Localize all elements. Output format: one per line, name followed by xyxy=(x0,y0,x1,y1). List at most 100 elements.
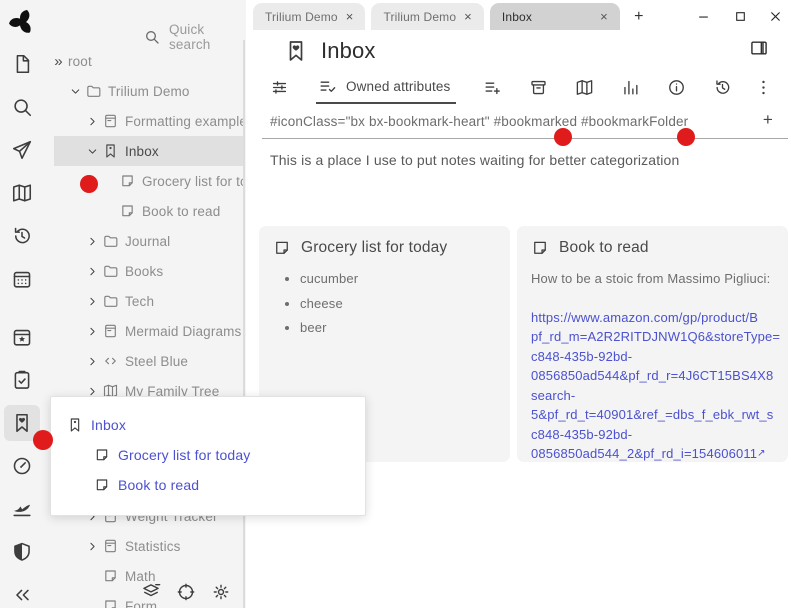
chevron-right-icon[interactable] xyxy=(83,115,102,128)
note-description: This is a place I use to put notes waiti… xyxy=(270,152,679,168)
tab-close-icon[interactable]: × xyxy=(464,9,472,24)
tree-item-label: Book to read xyxy=(142,204,220,219)
scroll-to-active-note-button[interactable] xyxy=(176,582,196,602)
launcher-search-button[interactable] xyxy=(4,89,40,125)
tree-item-label: Grocery list for today xyxy=(142,174,243,189)
tree-item-tech[interactable]: Tech xyxy=(44,286,243,316)
window-maximize-button[interactable] xyxy=(729,5,751,27)
launcher-swallow-button[interactable] xyxy=(4,491,40,527)
note-preview-popup: Inbox Grocery list for today Book to read xyxy=(50,396,366,516)
code-icon xyxy=(102,353,119,369)
chevron-down-icon[interactable] xyxy=(83,145,102,158)
window-minimize-button[interactable] xyxy=(692,5,714,27)
split-pane-button[interactable] xyxy=(749,38,769,58)
tree-item-book-to-read[interactable]: Book to read xyxy=(44,196,243,226)
tab-inbox[interactable]: Inbox× xyxy=(490,3,620,30)
tree-item-inbox[interactable]: Inbox xyxy=(54,136,243,166)
tree-item-label: Tech xyxy=(125,294,154,309)
chevrons-left-icon xyxy=(11,584,33,606)
tree-action-buttons xyxy=(141,582,231,602)
launcher-note-map-button[interactable] xyxy=(4,175,40,211)
tachometer-icon xyxy=(11,455,33,477)
search-icon xyxy=(11,96,33,118)
calendar-star-icon xyxy=(11,326,33,348)
launcher-dashboard-button[interactable] xyxy=(4,448,40,484)
tab-close-icon[interactable]: × xyxy=(346,9,354,24)
tree-item-label: Statistics xyxy=(125,539,181,554)
tree-item-grocery-list-for-today[interactable]: Grocery list for today xyxy=(44,166,243,196)
grocery-item: cheese xyxy=(300,294,496,314)
launcher-special-date-button[interactable] xyxy=(4,319,40,355)
tree-item-root[interactable]: »root xyxy=(44,46,243,76)
grocery-bullet-list: cucumbercheesebeer xyxy=(300,269,496,338)
chevron-right-icon[interactable] xyxy=(83,540,102,553)
launcher-new-note-button[interactable] xyxy=(4,46,40,82)
chevron-right-icon[interactable] xyxy=(83,355,102,368)
chevron-right-icon[interactable] xyxy=(83,235,102,248)
popup-note-link[interactable]: Inbox xyxy=(91,417,126,433)
tab-label: Trilium Demo xyxy=(265,10,338,24)
chevron-right-icon[interactable] xyxy=(83,265,102,278)
grocery-item: cucumber xyxy=(300,269,496,289)
child-note-card-book[interactable]: Book to read How to be a stoic from Mass… xyxy=(517,226,788,462)
send-icon xyxy=(11,139,33,161)
popup-link-book-to-read: Book to read xyxy=(51,470,365,500)
ribbon-tab-owned-attributes[interactable]: Owned attributes xyxy=(316,71,456,104)
tree-item-statistics[interactable]: Statistics xyxy=(44,531,243,561)
launcher-collapse-pane-button[interactable] xyxy=(4,577,40,608)
launcher-recent-changes-button[interactable] xyxy=(4,218,40,254)
tree-item-label: Trilium Demo xyxy=(108,84,190,99)
ribbon-note-map-button[interactable] xyxy=(575,78,594,97)
crosshair-icon xyxy=(176,582,196,602)
ribbon-add-attribute-list-button[interactable] xyxy=(483,78,502,97)
tree-item-label: Books xyxy=(125,264,163,279)
tree-item-trilium-demo[interactable]: Trilium Demo xyxy=(44,76,243,106)
window-close-button[interactable] xyxy=(764,5,786,27)
tree-scrollbar[interactable] xyxy=(243,40,245,608)
note-icon xyxy=(94,447,110,463)
attributes-line[interactable]: #iconClass="bx bx-bookmark-heart" #bookm… xyxy=(270,114,688,129)
tree-settings-button[interactable] xyxy=(211,582,231,602)
external-link-icon: ↗ xyxy=(757,448,766,459)
tree-item-formatting-examples[interactable]: Formatting examples xyxy=(44,106,243,136)
popup-note-link[interactable]: Book to read xyxy=(118,477,199,493)
folder-icon xyxy=(85,83,102,99)
folder-icon xyxy=(102,233,119,249)
ribbon-revisions-button[interactable] xyxy=(713,78,732,97)
tab-close-icon[interactable]: × xyxy=(600,9,608,24)
ribbon-similar-notes-button[interactable] xyxy=(621,78,640,97)
collapse-tree-button[interactable] xyxy=(141,582,161,602)
tree-item-steel-blue[interactable]: Steel Blue xyxy=(44,346,243,376)
launcher-tasks-button[interactable] xyxy=(4,362,40,398)
add-attribute-button[interactable]: + xyxy=(763,110,773,130)
launcher-protected-session-button[interactable] xyxy=(4,534,40,570)
launcher-jump-to-note-button[interactable] xyxy=(4,132,40,168)
archive-icon xyxy=(529,78,548,97)
card-title[interactable]: Book to read xyxy=(559,239,649,257)
chevron-down-icon[interactable] xyxy=(66,85,85,98)
bookmark-heart-icon xyxy=(284,39,308,63)
chevron-right-icon[interactable] xyxy=(83,325,102,338)
annotation-dot xyxy=(33,430,53,450)
tree-item-journal[interactable]: Journal xyxy=(44,226,243,256)
attribute-editor[interactable]: #iconClass="bx bx-bookmark-heart" #bookm… xyxy=(246,106,791,139)
map-icon xyxy=(11,182,33,204)
tab-trilium-demo[interactable]: Trilium Demo × xyxy=(253,3,365,30)
ribbon-toolbar: Owned attributes xyxy=(246,70,791,104)
ribbon-note-info-button[interactable] xyxy=(667,78,686,97)
tree-item-mermaid-diagrams[interactable]: Mermaid Diagrams xyxy=(44,316,243,346)
tree-item-books[interactable]: Books xyxy=(44,256,243,286)
card-title[interactable]: Grocery list for today xyxy=(301,239,447,257)
ribbon-note-paths-button[interactable] xyxy=(529,78,548,97)
popup-note-link[interactable]: Grocery list for today xyxy=(118,447,250,463)
amazon-link[interactable]: https://www.amazon.com/gp/product/B pf_r… xyxy=(531,308,774,463)
launcher-spacer xyxy=(4,304,40,319)
new-tab-button[interactable]: + xyxy=(626,3,652,30)
tab-trilium-demo[interactable]: Trilium Demo× xyxy=(371,3,483,30)
chevron-right-icon[interactable] xyxy=(83,295,102,308)
ribbon-basic-properties-button[interactable] xyxy=(270,78,289,97)
history-icon xyxy=(713,78,732,97)
ribbon-more-menu-button[interactable] xyxy=(754,78,773,97)
launcher-calendar-button[interactable] xyxy=(4,261,40,297)
note-icon xyxy=(119,173,136,189)
